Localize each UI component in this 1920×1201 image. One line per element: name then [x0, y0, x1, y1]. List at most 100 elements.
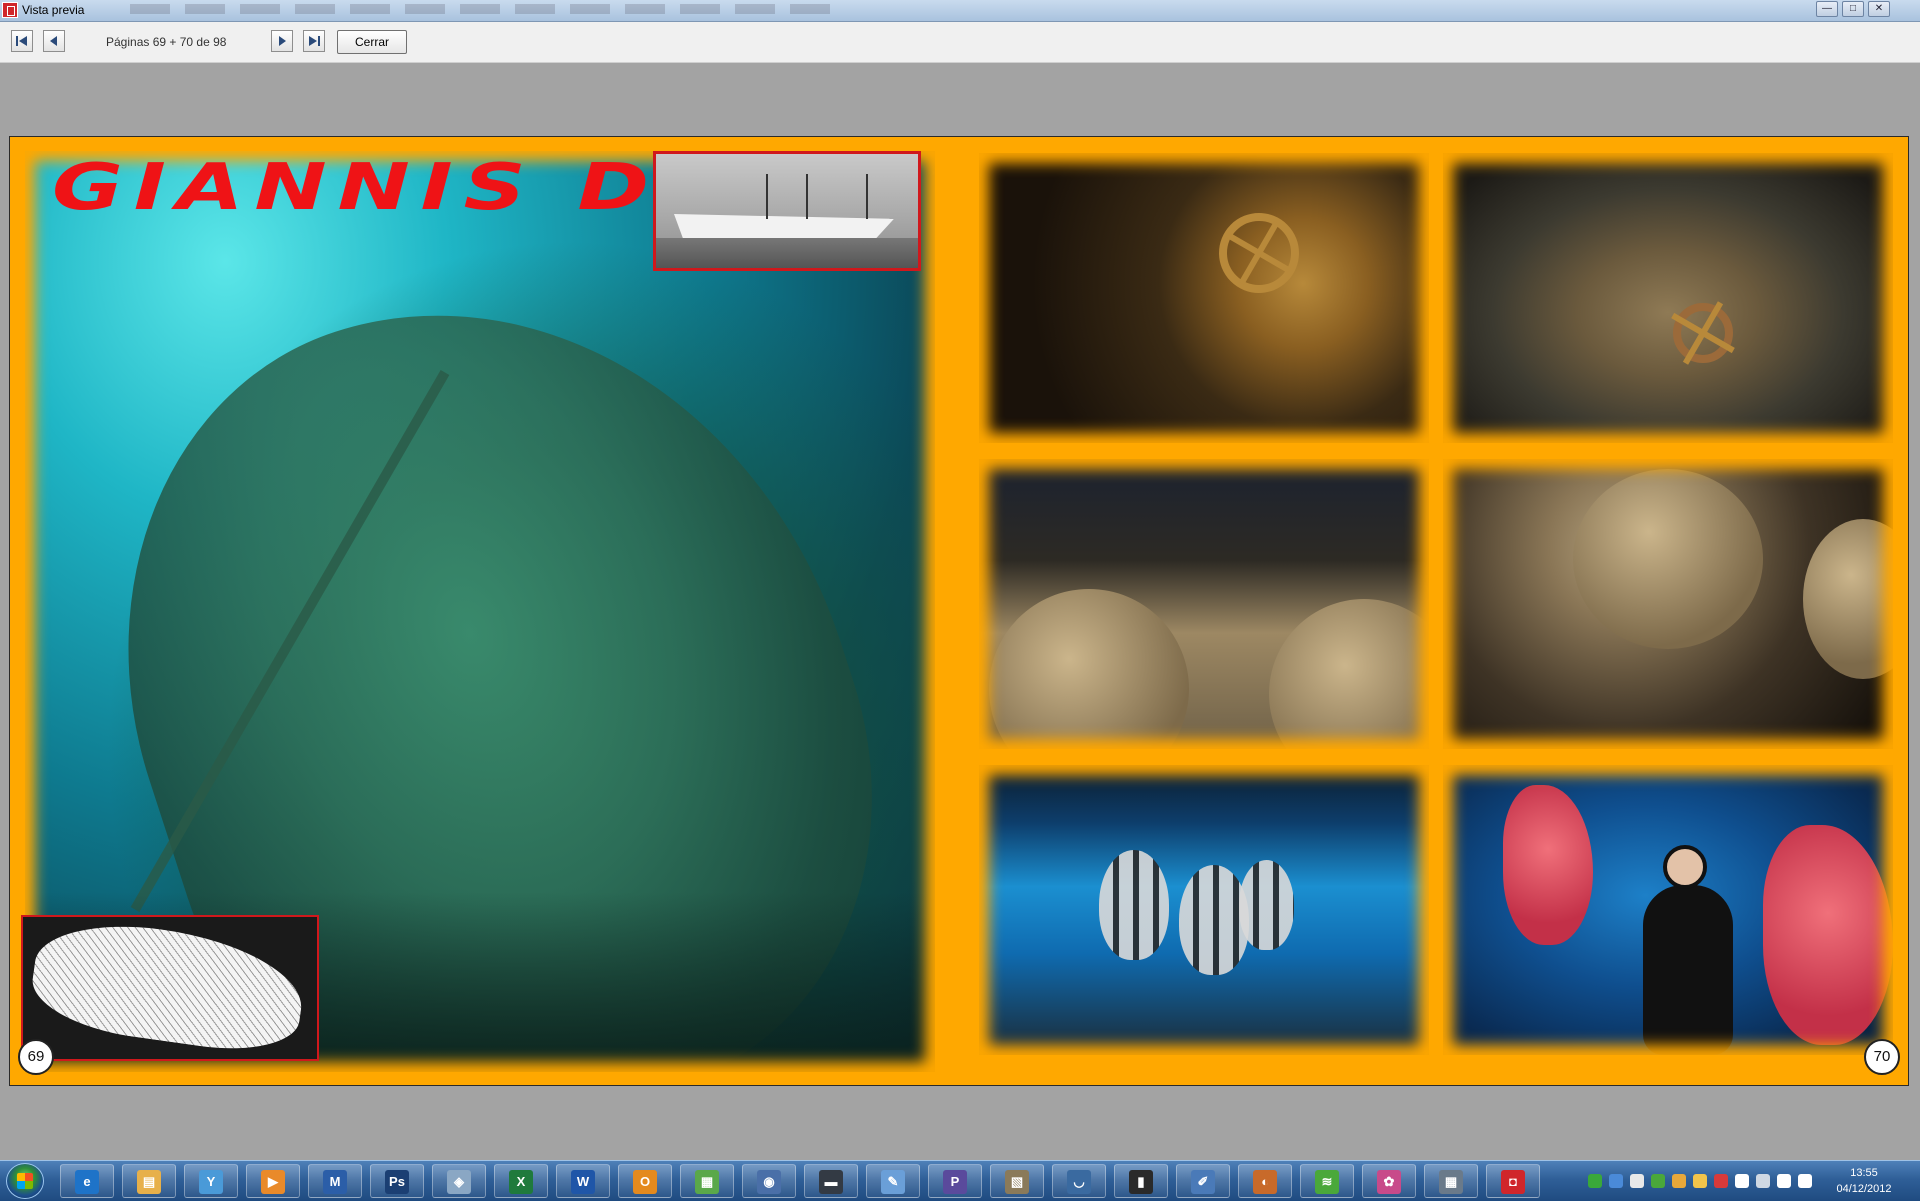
taskbar-button[interactable]: ≋	[1300, 1164, 1354, 1198]
last-page-button[interactable]	[303, 30, 325, 52]
system-clock[interactable]: 13:55 04/12/2012	[1820, 1165, 1908, 1197]
taskbar-button[interactable]: Ps	[370, 1164, 424, 1198]
window-title-bar: Vista previa — □ ✕	[0, 0, 1920, 22]
taskbar-button[interactable]: P	[928, 1164, 982, 1198]
antivirus-tray-icon[interactable]	[1714, 1174, 1728, 1188]
maximize-button[interactable]: □	[1842, 1, 1864, 17]
right-page-number: 70	[1864, 1039, 1900, 1075]
window-title: Vista previa	[22, 3, 85, 17]
taskbar-button[interactable]: ▬	[804, 1164, 858, 1198]
app-icon	[2, 2, 18, 18]
photo-rusted-machinery	[1443, 153, 1893, 443]
taskbar-button[interactable]: ▧	[990, 1164, 1044, 1198]
cylinder-shape	[1573, 469, 1763, 649]
film-app-icon: ▬	[819, 1170, 843, 1194]
soft-coral-shape	[1503, 785, 1593, 945]
outlook-icon: O	[633, 1170, 657, 1194]
calculator-icon: ▦	[1439, 1170, 1463, 1194]
flag-tray-icon[interactable]	[1735, 1174, 1749, 1188]
soft-coral-shape	[1763, 825, 1893, 1045]
diver-body-shape	[1643, 885, 1733, 1055]
notes-app-icon: ◈	[447, 1170, 471, 1194]
photo-diver-with-coral	[1443, 765, 1893, 1055]
batfish-shape	[1179, 865, 1249, 975]
close-preview-button[interactable]: Cerrar	[337, 30, 407, 54]
ship-mast-shape	[806, 174, 808, 219]
word-icon: W	[571, 1170, 595, 1194]
mail-tray-icon[interactable]	[1630, 1174, 1644, 1188]
app-tray-icon[interactable]	[1672, 1174, 1686, 1188]
taskbar-button[interactable]: Y	[184, 1164, 238, 1198]
taskbar-button[interactable]: ◡	[1052, 1164, 1106, 1198]
taskbar-button[interactable]: ▦	[1424, 1164, 1478, 1198]
diver-mask-shape	[1663, 845, 1707, 889]
taskbar-button[interactable]: ▶	[246, 1164, 300, 1198]
valve-wheel-shape	[1219, 213, 1299, 293]
photoshop-icon: Ps	[385, 1170, 409, 1194]
tool-app-icon: Y	[199, 1170, 223, 1194]
taskbar-button[interactable]: e	[60, 1164, 114, 1198]
sketch-hull-shape	[26, 917, 310, 1059]
taskbar-button[interactable]: ▦	[680, 1164, 734, 1198]
network-tray-icon[interactable]	[1588, 1174, 1602, 1188]
ship-mast-shape	[766, 174, 768, 219]
pen-app-icon: ✐	[1191, 1170, 1215, 1194]
machine-gear-shape	[1673, 303, 1733, 363]
file-explorer-icon: ▤	[137, 1170, 161, 1194]
spotify-tray-icon[interactable]	[1651, 1174, 1665, 1188]
photo-valve-wheel	[979, 153, 1429, 443]
wreck-sketch-illustration	[21, 915, 319, 1061]
tank-shape	[989, 589, 1189, 749]
clock-time: 13:55	[1850, 1167, 1878, 1179]
next-page-button[interactable]	[271, 30, 293, 52]
graph-app-icon: M	[323, 1170, 347, 1194]
taskbar-button[interactable]: ✿	[1362, 1164, 1416, 1198]
start-button[interactable]	[6, 1163, 44, 1199]
dropbox-tray-icon[interactable]	[1609, 1174, 1623, 1188]
taskbar-button[interactable]: X	[494, 1164, 548, 1198]
taskbar-button[interactable]: M	[308, 1164, 362, 1198]
p-app-icon: P	[943, 1170, 967, 1194]
taskbar-button[interactable]: ✐	[1176, 1164, 1230, 1198]
scanner-app-icon: ▧	[1005, 1170, 1029, 1194]
previous-page-button[interactable]	[43, 30, 65, 52]
sync-tray-icon[interactable]	[1693, 1174, 1707, 1188]
excel-icon: X	[509, 1170, 533, 1194]
taskbar-button[interactable]: ✎	[866, 1164, 920, 1198]
signal-tray-icon[interactable]	[1777, 1174, 1791, 1188]
minimize-button[interactable]: —	[1816, 1, 1838, 17]
ship-historic-photo	[653, 151, 921, 271]
close-window-button[interactable]: ✕	[1868, 1, 1890, 17]
taskbar-button[interactable]: O	[618, 1164, 672, 1198]
ship-mast-shape	[866, 174, 868, 219]
book-page-title: GIANNIS D	[52, 151, 660, 225]
first-page-button[interactable]	[11, 30, 33, 52]
taskbar-button[interactable]: ▤	[122, 1164, 176, 1198]
taskbar-button[interactable]: W	[556, 1164, 610, 1198]
taskbar-button[interactable]: ◐	[1238, 1164, 1292, 1198]
previous-page-icon	[50, 36, 57, 46]
preview-toolbar: Páginas 69 + 70 de 98 Cerrar	[0, 22, 1920, 63]
batfish-shape	[1239, 860, 1294, 950]
headset-app-icon: ◡	[1067, 1170, 1091, 1194]
torn-edge-frame	[979, 153, 1429, 443]
media-player-icon: ▶	[261, 1170, 285, 1194]
spotify-icon: ≋	[1315, 1170, 1339, 1194]
taskbar-button[interactable]: ▮	[1114, 1164, 1168, 1198]
baseball-glove-icon: ◐	[1253, 1170, 1277, 1194]
image-viewer-icon: ▦	[695, 1170, 719, 1194]
taskbar-button[interactable]: ◈	[432, 1164, 486, 1198]
first-page-icon	[16, 36, 27, 46]
page-counter: Páginas 69 + 70 de 98	[106, 35, 227, 49]
taskbar-button[interactable]: ◉	[742, 1164, 796, 1198]
internet-explorer-icon: e	[75, 1170, 99, 1194]
torn-edge-frame	[1443, 153, 1893, 443]
cylinder-shape	[1803, 519, 1893, 679]
monitor-tray-icon[interactable]	[1756, 1174, 1770, 1188]
picasa-icon: ✿	[1377, 1170, 1401, 1194]
left-page-number: 69	[18, 1039, 54, 1075]
volume-tray-icon[interactable]	[1798, 1174, 1812, 1188]
taskbar-button[interactable]: ◘	[1486, 1164, 1540, 1198]
photo-batfish	[979, 765, 1429, 1055]
album-app-icon: ◘	[1501, 1170, 1525, 1194]
